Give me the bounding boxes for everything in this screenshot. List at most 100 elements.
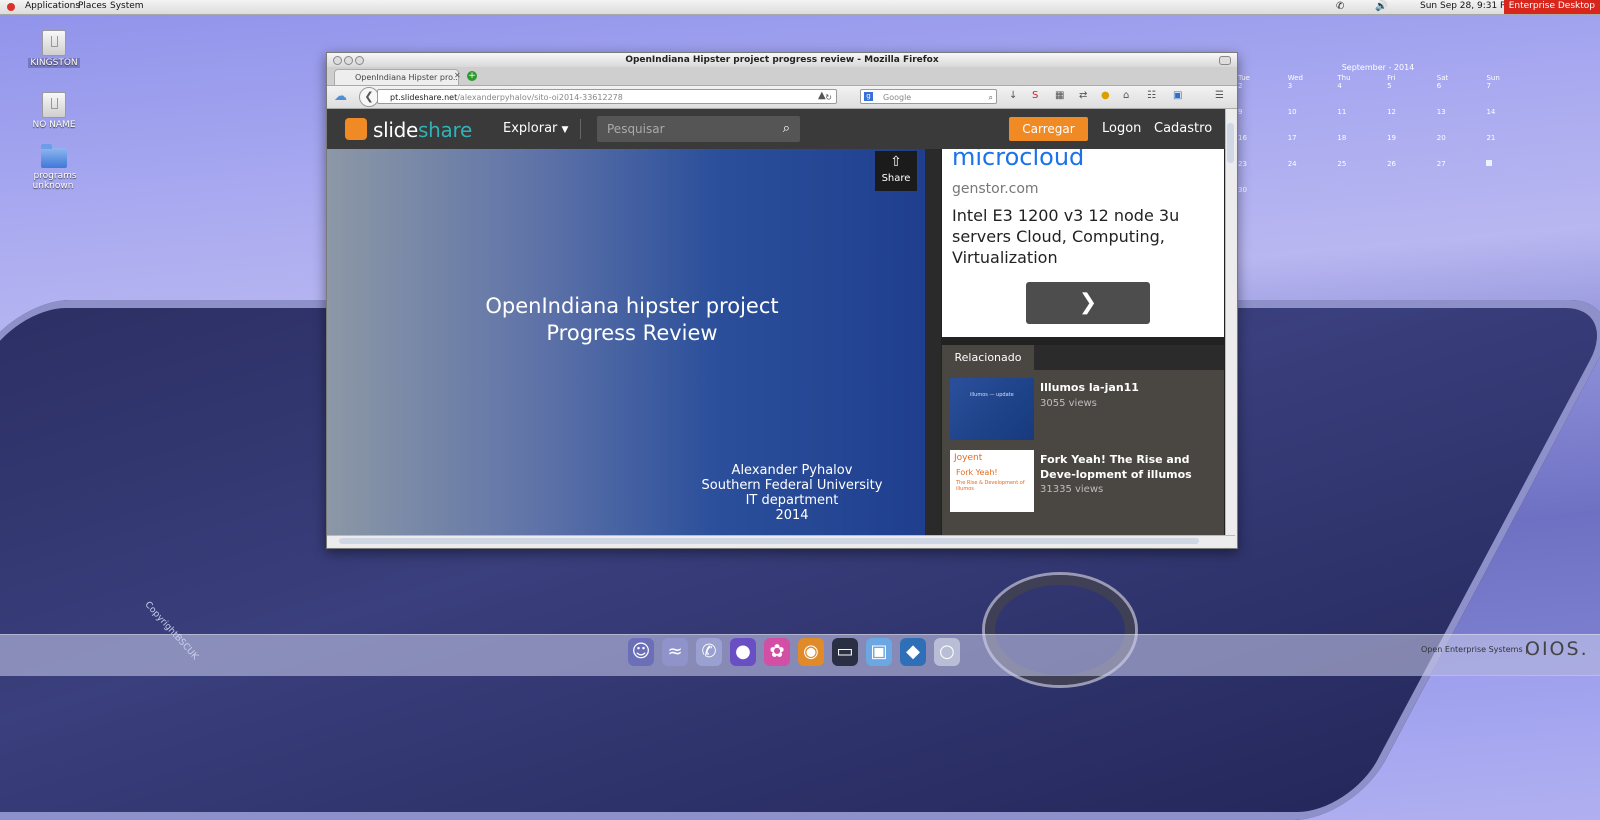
calendar-weekday: Fri: [1387, 74, 1396, 82]
sphere-icon[interactable]: ○: [934, 638, 960, 666]
calendar-day[interactable]: 26: [1387, 160, 1437, 186]
desktop-icon-no-name[interactable]: NO NAME: [24, 92, 84, 130]
menu-places[interactable]: Places: [78, 1, 107, 11]
globe-icon[interactable]: ●: [730, 638, 756, 666]
close-tab-icon[interactable]: ✕: [454, 71, 461, 80]
bottom-dock: ☺ ≈ ✆ ● ✿ ◉ ▭ ▣ ◆ ○ Open Enterprise Systems | OIO…: [0, 634, 1600, 676]
calendar-day[interactable]: 11: [1337, 108, 1387, 134]
search-icon[interactable]: ⌕: [989, 90, 993, 105]
horizontal-scrollbar[interactable]: [327, 535, 1235, 547]
calendar-today-marker[interactable]: [1486, 160, 1493, 166]
browser-icon[interactable]: ◉: [798, 638, 824, 666]
logon-link[interactable]: Logon: [1102, 121, 1141, 136]
weather-icon[interactable]: ☁: [334, 89, 347, 104]
outlook-icon[interactable]: ▣: [1173, 90, 1182, 101]
slide-viewer[interactable]: OpenIndiana hipster project Progress Rev…: [327, 149, 925, 535]
phone-icon[interactable]: ✆: [696, 638, 722, 666]
desktop-icon-programs-unknown[interactable]: programs unknown: [24, 144, 84, 191]
maximize-window-button[interactable]: [355, 56, 364, 65]
calendar-day[interactable]: 19: [1387, 134, 1437, 160]
related-title[interactable]: Fork Yeah! The Rise and Deve-lopment of …: [1040, 452, 1220, 482]
calendar-day[interactable]: 9: [1238, 108, 1288, 134]
caret-down-icon: ▼: [561, 125, 569, 135]
cube-icon[interactable]: ▣: [866, 638, 892, 666]
related-title[interactable]: Illumos la-jan11: [1040, 380, 1220, 395]
volume-icon[interactable]: 🔊: [1375, 1, 1387, 12]
flower-icon[interactable]: ✿: [764, 638, 790, 666]
slideshare-search-input[interactable]: Pesquisar ⌕: [597, 116, 800, 142]
scrollbar-thumb[interactable]: [339, 538, 1199, 544]
network-icon[interactable]: ≈: [662, 638, 688, 666]
close-window-button[interactable]: [333, 56, 342, 65]
sync-icon[interactable]: ⇄: [1079, 90, 1087, 101]
tab-relacionado[interactable]: Relacionado: [942, 345, 1034, 370]
calendar-day[interactable]: 24: [1288, 160, 1338, 186]
vertical-scrollbar[interactable]: [1225, 109, 1236, 535]
calendar-day[interactable]: 4: [1337, 82, 1387, 108]
search-icon[interactable]: ⌕: [783, 116, 790, 142]
thumb-text: Fork Yeah!: [956, 468, 998, 477]
calendar-day[interactable]: 10: [1288, 108, 1338, 134]
explorar-menu[interactable]: Explorar ▼: [503, 121, 568, 136]
calendar-day[interactable]: 12: [1387, 108, 1437, 134]
fish-icon[interactable]: ◆: [900, 638, 926, 666]
search-bar[interactable]: g Google ⌕: [860, 89, 997, 104]
desktop-icon-label: programs unknown: [32, 171, 77, 191]
addon-b-icon[interactable]: ●: [1101, 90, 1110, 101]
window-titlebar[interactable]: OpenIndiana Hipster project progress rev…: [327, 53, 1237, 67]
calendar-day[interactable]: 20: [1437, 134, 1487, 160]
calendar-day[interactable]: 3: [1288, 82, 1338, 108]
monitor-icon[interactable]: ▭: [832, 638, 858, 666]
desktop-icon-kingston[interactable]: KINGSTON: [24, 30, 84, 68]
calendar-day[interactable]: 6: [1437, 82, 1487, 108]
google-icon[interactable]: g: [864, 92, 873, 101]
calendar-day[interactable]: [1486, 160, 1536, 186]
calendar-day[interactable]: 25: [1337, 160, 1387, 186]
window-menu-button[interactable]: [1219, 56, 1231, 65]
reload-icon[interactable]: ↻: [825, 90, 832, 105]
menu-system[interactable]: System: [110, 1, 144, 11]
ad-box[interactable]: microcloud genstor.com Intel E3 1200 v3 …: [942, 143, 1224, 337]
calendar-day[interactable]: 14: [1486, 108, 1536, 134]
calendar-weekday: Sun: [1486, 74, 1500, 82]
menu-applications[interactable]: Applications: [25, 1, 80, 11]
calendar-day[interactable]: 18: [1337, 134, 1387, 160]
desktop-icon-label: NO NAME: [32, 120, 76, 130]
apps-icon[interactable]: ☷: [1147, 90, 1156, 101]
calendar-day[interactable]: 27: [1437, 160, 1487, 186]
calendar-day[interactable]: 21: [1486, 134, 1536, 160]
navigation-toolbar: ☁ ❮ pt.slideshare.net/alexanderpyhalov/s…: [327, 86, 1237, 109]
phone-tray-icon[interactable]: ✆: [1336, 1, 1344, 12]
calendar-day[interactable]: 13: [1437, 108, 1487, 134]
calendar-day[interactable]: 7: [1486, 82, 1536, 108]
related-item[interactable]: illumos — update Illumos la-jan11 3055 v…: [950, 378, 1220, 442]
addon-s-icon[interactable]: S: [1032, 90, 1038, 101]
menu-icon[interactable]: ☰: [1215, 90, 1224, 101]
ad-arrow-button[interactable]: ❯: [1026, 282, 1150, 324]
related-item[interactable]: Joyent Fork Yeah! The Rise & Development…: [950, 450, 1220, 514]
bookmark-icon[interactable]: ▲: [818, 90, 826, 101]
calendar-day[interactable]: 30: [1238, 186, 1288, 212]
carregar-button[interactable]: Carregar: [1009, 117, 1088, 141]
calendar-day[interactable]: 17: [1288, 134, 1338, 160]
home-icon[interactable]: ⌂: [1123, 90, 1129, 101]
grid-icon[interactable]: ▦: [1055, 90, 1064, 101]
url-bar[interactable]: pt.slideshare.net/alexanderpyhalov/sito-…: [377, 89, 837, 104]
cadastro-link[interactable]: Cadastro: [1154, 121, 1212, 136]
minimize-window-button[interactable]: [344, 56, 353, 65]
user-icon[interactable]: ☺: [628, 638, 654, 666]
calendar-day[interactable]: 16: [1238, 134, 1288, 160]
slideshare-logo[interactable]: slideshare: [373, 118, 472, 142]
back-button[interactable]: ❮: [359, 87, 379, 107]
download-icon[interactable]: ↓: [1009, 90, 1017, 101]
tab-openindiana[interactable]: OpenIndiana Hipster pro...: [334, 69, 459, 85]
new-tab-button[interactable]: +: [467, 71, 477, 81]
slideshare-logo-icon[interactable]: [345, 118, 367, 140]
calendar-day[interactable]: 2: [1238, 82, 1288, 108]
calendar-day[interactable]: 23: [1238, 160, 1288, 186]
share-button[interactable]: ⇧ Share: [875, 151, 917, 191]
os-logo-icon[interactable]: [7, 3, 15, 11]
scrollbar-thumb[interactable]: [1227, 123, 1234, 163]
panel-clock[interactable]: Sun Sep 28, 9:31 PM: [1420, 1, 1513, 11]
calendar-day[interactable]: 5: [1387, 82, 1437, 108]
